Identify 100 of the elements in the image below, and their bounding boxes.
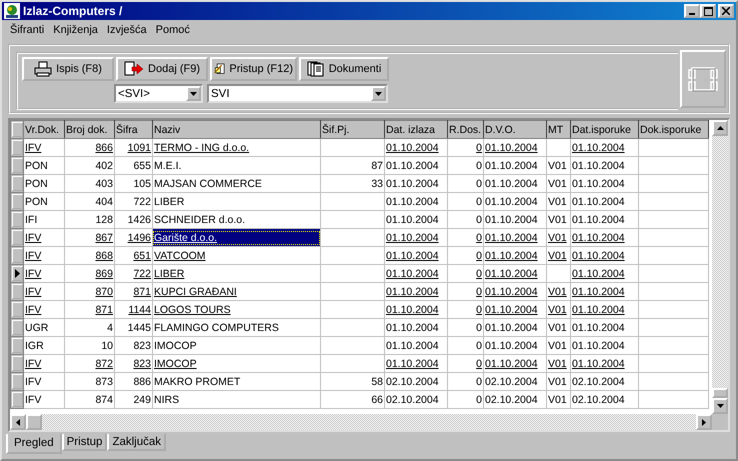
filter-dropdown[interactable]: SVI (207, 84, 388, 103)
menu-item[interactable]: Izvješća (106, 24, 147, 36)
column-header[interactable]: Dat.isporuke (570, 120, 638, 138)
table-cell: 873 (95, 376, 113, 388)
table-cell: V01 (548, 160, 567, 172)
table-cell: 01.10.2004 (485, 304, 538, 316)
table-cell: 01.10.2004 (485, 196, 538, 208)
row-indicator[interactable] (12, 266, 22, 281)
scroll-right-button[interactable] (696, 414, 712, 430)
scroll-thumb[interactable] (712, 388, 728, 398)
table-cell: 01.10.2004 (485, 322, 538, 334)
filter-dropdown[interactable]: <SVI> (114, 84, 203, 103)
table-cell: 867 (95, 232, 113, 244)
scroll-up-button[interactable] (712, 120, 728, 136)
tab[interactable]: Pregled (6, 434, 62, 454)
table-cell: 01.10.2004 (485, 160, 538, 172)
dropdown-arrow-icon (375, 92, 382, 96)
table-cell: 0 (476, 304, 482, 316)
table-cell: V01 (548, 250, 567, 262)
table-cell: 1144 (128, 304, 151, 316)
table-cell: 1445 (128, 322, 151, 334)
up-arrow-icon (716, 126, 724, 130)
horizontal-scrollbar[interactable] (10, 414, 712, 430)
toolbar-button[interactable]: Dokumenti (299, 57, 389, 81)
table-cell: V01 (548, 340, 567, 352)
table-cell: 01.10.2004 (485, 142, 538, 154)
table-cell: 1091 (128, 142, 151, 154)
menu-item[interactable]: Šifranti (10, 24, 44, 36)
table-cell: IFV (25, 376, 42, 388)
table-cell: IFV (25, 304, 42, 316)
table-cell: 01.10.2004 (572, 214, 625, 226)
app-icon (4, 3, 20, 19)
table-cell: IFV (25, 358, 42, 370)
toolbar-button[interactable]: Pristup (F12) (210, 57, 297, 81)
table-cell: 01.10.2004 (386, 214, 439, 226)
table-cell: SCHNEIDER d.o.o. (154, 214, 246, 226)
scroll-left-button[interactable] (10, 414, 26, 430)
table-cell: 874 (95, 394, 113, 406)
table-cell: UGR (25, 322, 48, 334)
table-cell: 823 (133, 358, 151, 370)
table-cell: 404 (95, 196, 113, 208)
column-header[interactable]: Naziv (152, 120, 320, 138)
table-cell: V01 (548, 286, 567, 298)
table-cell: 0 (476, 232, 482, 244)
table-cell: VATCOOM (154, 250, 206, 262)
table-cell: 249 (133, 394, 151, 406)
dropdown-arrow-icon (190, 92, 197, 96)
scroll-down-button[interactable] (712, 398, 728, 414)
table-cell: 402 (95, 160, 113, 172)
table-cell: IFV (25, 286, 42, 298)
column-header[interactable]: Dat. izlaza (384, 120, 448, 138)
column-header[interactable]: MT (546, 120, 570, 138)
table-cell: V01 (548, 178, 567, 190)
table-cell: 722 (133, 268, 151, 280)
frame-button[interactable] (680, 50, 726, 108)
table-cell: TERMO - ING d.o.o. (154, 142, 250, 154)
table-cell: 0 (476, 358, 482, 370)
minimize-button[interactable] (684, 4, 700, 18)
close-button[interactable] (718, 4, 734, 18)
tab[interactable]: Zaključak (107, 434, 166, 451)
maximize-button[interactable] (700, 4, 716, 18)
table-cell: PON (25, 178, 48, 190)
table-cell: 01.10.2004 (572, 142, 625, 154)
table-cell: 871 (95, 304, 113, 316)
column-header[interactable]: Šifra (114, 120, 152, 138)
toolbar-button[interactable]: Ispis (F8) (22, 57, 114, 81)
table-cell: 0 (476, 322, 482, 334)
table-cell: 01.10.2004 (485, 340, 538, 352)
column-header[interactable]: Šif.Pj. (320, 120, 384, 138)
column-header[interactable]: Vr.Dok. (24, 120, 64, 138)
printer-icon (34, 61, 52, 77)
column-header[interactable]: Dok.isporuke (638, 120, 708, 138)
column-header[interactable]: D.V.O. (484, 120, 546, 138)
table-cell: 33 (371, 178, 383, 190)
menu-item[interactable]: Knjiženja (53, 24, 98, 36)
scroll-thumb[interactable] (26, 414, 42, 430)
table-cell: 0 (476, 178, 482, 190)
table-cell: 10 (101, 340, 113, 352)
table-cell: 655 (133, 160, 151, 172)
table-cell: LIBER (154, 196, 184, 208)
menu-item[interactable]: Pomoć (156, 24, 190, 36)
table-cell: FLAMINGO COMPUTERS (154, 322, 279, 334)
window-title: Izlaz-Computers / (23, 4, 124, 18)
column-header[interactable]: R.Dos. (448, 120, 484, 138)
table-cell: IMOCOP (154, 340, 197, 352)
table-cell: 01.10.2004 (386, 232, 439, 244)
column-header[interactable]: Broj dok. (64, 120, 114, 138)
table-cell: 0 (476, 214, 482, 226)
table-cell: MAKRO PROMET (154, 376, 240, 388)
table-cell: 01.10.2004 (572, 178, 625, 190)
table-cell: LIBER (154, 268, 184, 280)
table-cell: 0 (476, 286, 482, 298)
table-cell: IFV (25, 250, 42, 262)
toolbar-button[interactable]: Dodaj (F9) (116, 57, 208, 81)
vertical-scrollbar[interactable] (712, 120, 728, 414)
table-cell: 01.10.2004 (572, 358, 625, 370)
tab[interactable]: Pristup (62, 434, 108, 451)
right-arrow-icon (702, 418, 706, 426)
table-cell: 66 (371, 394, 383, 406)
table-cell: 0 (476, 142, 482, 154)
